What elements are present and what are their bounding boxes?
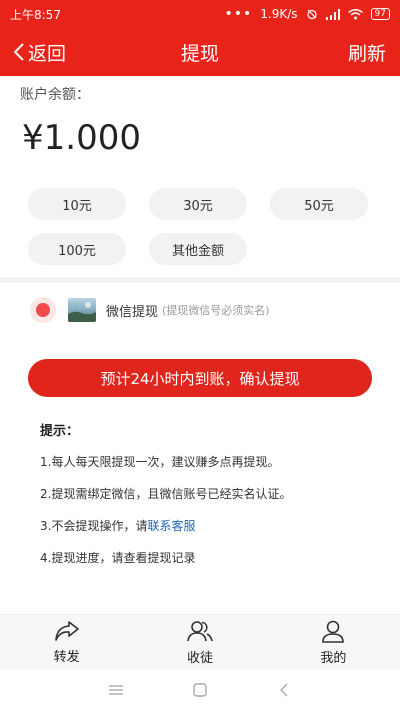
tip-item: 2.提现需绑定微信，且微信账号已经实名认证。: [40, 487, 292, 501]
back-label: 返回: [28, 42, 67, 65]
nav-bar: 返回 提现 刷新: [0, 28, 400, 76]
amount-option-50[interactable]: 50元: [270, 188, 368, 220]
tip-text: 3.不会提现操作，请: [40, 519, 148, 533]
bottom-tab-bar: 转发 收徒 我的: [0, 614, 400, 670]
notification-dots: •••: [224, 6, 253, 22]
tab-label: 我的: [320, 651, 347, 666]
status-time: 上午8:57: [10, 7, 61, 22]
alarm-icon: [306, 9, 317, 20]
tips-title: 提示：: [40, 424, 80, 439]
menu-icon: [109, 685, 123, 695]
share-icon: [54, 621, 79, 641]
tab-label: 收徒: [186, 651, 213, 666]
amount-option-100[interactable]: 100元: [28, 233, 126, 265]
tips-section: 提示： 1.每人每天限提现一次，建议赚多点再提现。 2.提现需绑定微信，且微信账…: [40, 420, 380, 581]
status-bar: 上午8:57 ••• 1.9K/s 97: [0, 0, 400, 28]
amount-options: 10元 30元 50元 100元 其他金额: [28, 188, 372, 265]
balance-label: 账户余额：: [20, 87, 90, 103]
status-indicators: ••• 1.9K/s 97: [225, 6, 390, 22]
network-speed: 1.9K/s: [260, 7, 298, 21]
battery-indicator: 97: [370, 8, 390, 20]
chevron-left-icon: [280, 683, 288, 697]
amount-option-30[interactable]: 30元: [149, 188, 247, 220]
system-back-button[interactable]: [242, 683, 326, 697]
profile-icon: [322, 620, 345, 643]
refresh-button[interactable]: 刷新: [348, 39, 386, 66]
home-button[interactable]: [158, 683, 242, 697]
tip-item: 4.提现进度，请查看提现记录: [40, 551, 196, 565]
radio-selected-dot: [36, 303, 50, 317]
wechat-withdraw-option[interactable]: 微信提现 (提现微信号必须实名): [30, 297, 270, 323]
amount-option-10[interactable]: 10元: [28, 188, 126, 220]
tab-apprentice[interactable]: 收徒: [133, 615, 266, 670]
contact-support-link[interactable]: 联系客服: [147, 519, 195, 533]
system-nav-bar: [0, 670, 400, 710]
signal-icon: [325, 8, 340, 20]
method-note: (提现微信号必须实名): [162, 304, 270, 317]
home-square-icon: [193, 683, 207, 697]
tip-item: 1.每人每天限提现一次，建议赚多点再提现。: [40, 455, 280, 469]
tab-share[interactable]: 转发: [0, 615, 133, 670]
method-radio[interactable]: [30, 297, 56, 323]
confirm-withdraw-button[interactable]: 预计24小时内到账，确认提现: [28, 359, 372, 397]
tip-item-contact: 3.不会提现操作，请联系客服: [40, 517, 380, 549]
chevron-left-icon: [14, 43, 24, 61]
amount-option-other[interactable]: 其他金额: [149, 233, 247, 265]
menu-button[interactable]: [74, 685, 158, 695]
section-divider: [0, 277, 400, 283]
wechat-avatar-icon: [68, 298, 96, 322]
tab-profile[interactable]: 我的: [267, 615, 400, 670]
wifi-icon: [347, 8, 363, 19]
tab-label: 转发: [53, 650, 80, 665]
balance-value: ¥1.000: [22, 118, 141, 158]
back-button[interactable]: 返回: [14, 39, 66, 66]
method-title: 微信提现: [106, 304, 159, 320]
apprentice-icon: [187, 621, 213, 642]
